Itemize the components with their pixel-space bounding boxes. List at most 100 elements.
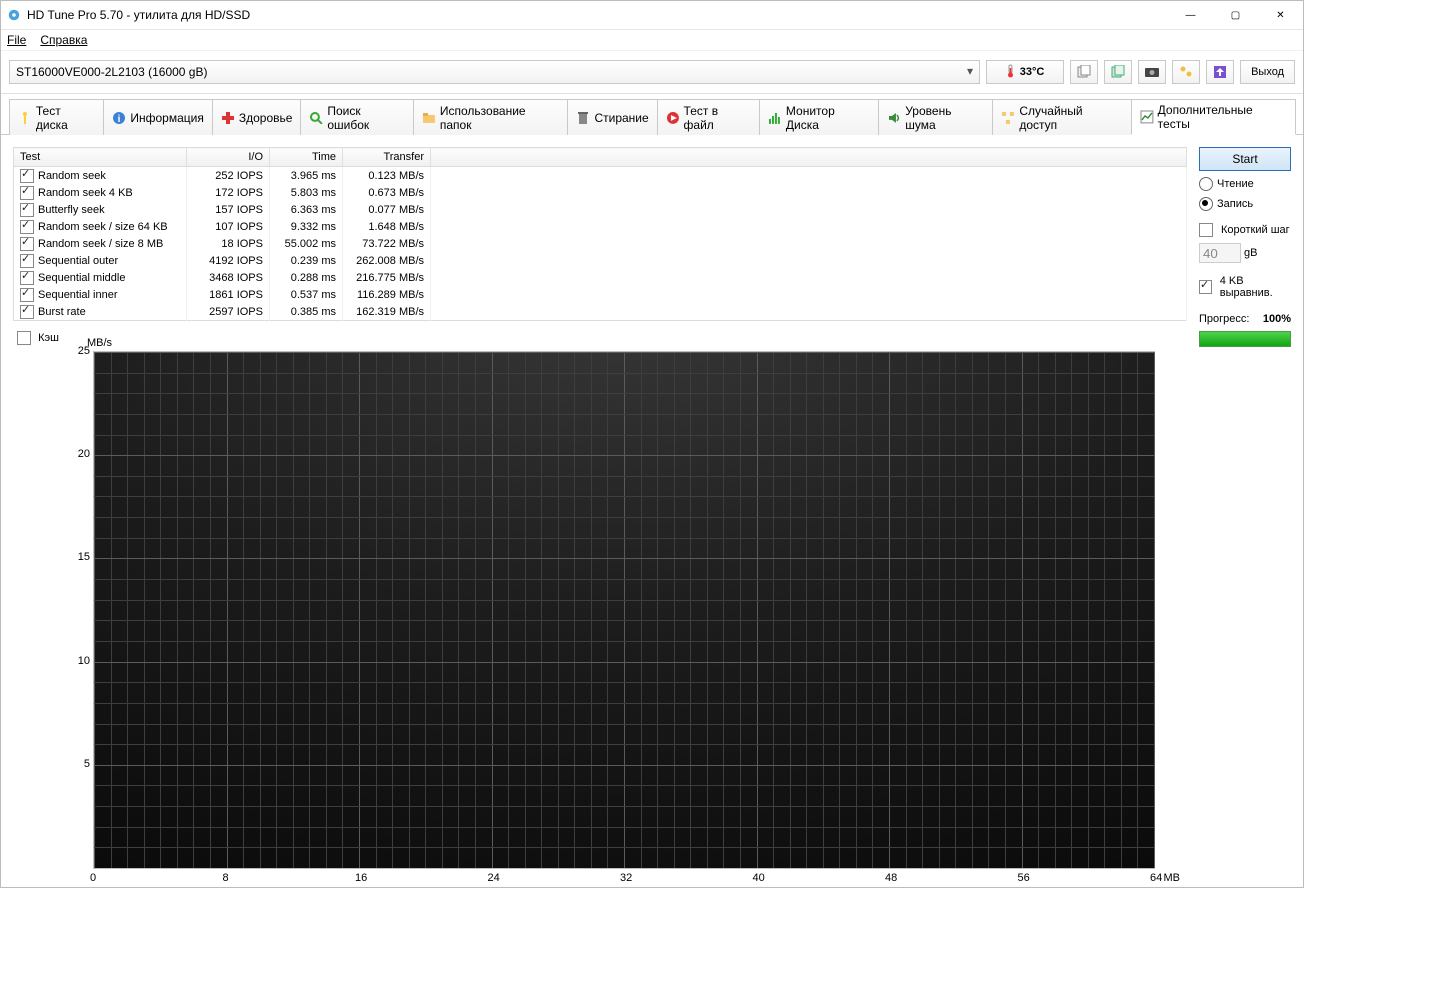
row-name: Sequential middle [38, 271, 125, 283]
short-step-row[interactable]: Короткий шаг [1199, 223, 1291, 237]
row-name: Random seek / size 64 KB [38, 220, 168, 232]
tab-aam[interactable]: Уровень шума [878, 99, 993, 135]
row-transfer: 0.673 MB/s [343, 184, 431, 201]
menubar: File Справка [1, 30, 1303, 51]
copy-graph-button[interactable] [1104, 60, 1132, 84]
row-io: 18 IOPS [187, 235, 270, 252]
chart-ytick: 10 [70, 655, 90, 667]
col-io[interactable]: I/O [187, 148, 270, 167]
chart-xtick: 32 [620, 872, 632, 884]
titlebar: HD Tune Pro 5.70 - утилита для HD/SSD — … [1, 1, 1303, 30]
results-table: Test I/O Time Transfer Random seek 252 IO… [13, 147, 1187, 321]
row-transfer: 1.648 MB/s [343, 218, 431, 235]
read-radio[interactable] [1199, 177, 1213, 191]
row-name: Random seek / size 8 MB [38, 237, 163, 249]
chart-ytick: 25 [70, 345, 90, 357]
row-checkbox[interactable] [20, 220, 34, 234]
save-button[interactable] [1206, 60, 1234, 84]
row-checkbox[interactable] [20, 237, 34, 251]
row-time: 9.332 ms [270, 218, 343, 235]
cache-checkbox[interactable] [17, 331, 31, 345]
align4k-checkbox[interactable] [1199, 280, 1212, 294]
chart-xtick: 40 [753, 872, 765, 884]
step-spinner-row: gB [1199, 243, 1291, 263]
tab-extra-tests[interactable]: Дополнительные тесты [1131, 99, 1296, 135]
col-time[interactable]: Time [270, 148, 343, 167]
short-step-checkbox[interactable] [1199, 223, 1213, 237]
row-transfer: 262.008 MB/s [343, 252, 431, 269]
temperature-display: 33°C [986, 60, 1064, 84]
window-title: HD Tune Pro 5.70 - утилита для HD/SSD [27, 8, 1168, 22]
row-transfer: 116.289 MB/s [343, 286, 431, 303]
row-checkbox[interactable] [20, 254, 34, 268]
write-radio-row[interactable]: Запись [1199, 197, 1291, 211]
toolbar: ST16000VE000-2L2103 (16000 gB) 33°C Выхо… [1, 51, 1303, 94]
chart-ytick: 15 [70, 551, 90, 563]
drive-name: ST16000VE000-2L2103 (16000 gB) [16, 65, 207, 79]
read-label: Чтение [1217, 178, 1254, 190]
tab-disk-test[interactable]: Тест диска [9, 99, 104, 135]
tab-file-test[interactable]: Тест в файл [657, 99, 760, 135]
table-row[interactable]: Sequential inner1861 IOPS0.537 ms116.289… [14, 286, 1187, 303]
row-checkbox[interactable] [20, 169, 34, 183]
table-row[interactable]: Random seek / size 64 KB 107 IOPS9.332 ms… [14, 218, 1187, 235]
row-checkbox[interactable] [20, 186, 34, 200]
row-transfer: 0.123 MB/s [343, 167, 431, 185]
table-row[interactable]: Random seek / size 8 MB18 IOPS55.002 ms7… [14, 235, 1187, 252]
col-transfer[interactable]: Transfer [343, 148, 431, 167]
row-name: Random seek 4 KB [38, 186, 133, 198]
row-checkbox[interactable] [20, 288, 34, 302]
table-row[interactable]: Burst rate2597 IOPS0.385 ms162.319 MB/s [14, 303, 1187, 321]
row-time: 0.385 ms [270, 303, 343, 321]
table-row[interactable]: Sequential middle3468 IOPS0.288 ms216.77… [14, 269, 1187, 286]
tab-health[interactable]: Здоровье [212, 99, 302, 135]
row-name: Sequential inner [38, 288, 118, 300]
row-time: 0.288 ms [270, 269, 343, 286]
options-button[interactable] [1172, 60, 1200, 84]
row-time: 0.537 ms [270, 286, 343, 303]
short-step-label: Короткий шаг [1221, 224, 1290, 236]
table-row[interactable]: Sequential outer4192 IOPS0.239 ms262.008… [14, 252, 1187, 269]
row-time: 0.239 ms [270, 252, 343, 269]
menu-file[interactable]: File [7, 33, 26, 47]
maximize-button[interactable]: ▢ [1213, 1, 1258, 29]
row-io: 107 IOPS [187, 218, 270, 235]
row-io: 252 IOPS [187, 167, 270, 185]
row-checkbox[interactable] [20, 203, 34, 217]
exit-button[interactable]: Выход [1240, 60, 1295, 84]
read-radio-row[interactable]: Чтение [1199, 177, 1291, 191]
tab-error-scan[interactable]: Поиск ошибок [300, 99, 414, 135]
table-row[interactable]: Random seek 4 KB172 IOPS5.803 ms0.673 MB… [14, 184, 1187, 201]
menu-help[interactable]: Справка [40, 33, 87, 47]
table-row[interactable]: Random seek252 IOPS3.965 ms0.123 MB/s [14, 167, 1187, 185]
tab-folder-usage[interactable]: Использование папок [413, 99, 568, 135]
chart-ylabel: MB/s [87, 337, 112, 349]
tab-info[interactable]: iИнформация [103, 99, 212, 135]
row-name: Random seek [38, 169, 106, 181]
close-button[interactable]: ✕ [1258, 1, 1303, 29]
screenshot-button[interactable] [1138, 60, 1166, 84]
temperature-value: 33°C [1020, 66, 1045, 78]
row-time: 6.363 ms [270, 201, 343, 218]
row-checkbox[interactable] [20, 305, 34, 319]
start-button[interactable]: Start [1199, 147, 1291, 171]
chart-xtick: 24 [488, 872, 500, 884]
tab-disk-monitor[interactable]: Монитор Диска [759, 99, 879, 135]
row-name: Burst rate [38, 305, 86, 317]
write-radio[interactable] [1199, 197, 1213, 211]
col-test[interactable]: Test [14, 148, 187, 167]
align4k-label: 4 KB выравнив. [1220, 275, 1291, 299]
copy-info-button[interactable] [1070, 60, 1098, 84]
drive-select[interactable]: ST16000VE000-2L2103 (16000 gB) [9, 60, 980, 84]
app-icon [7, 8, 21, 22]
row-checkbox[interactable] [20, 271, 34, 285]
svg-text:i: i [118, 114, 121, 125]
write-label: Запись [1217, 198, 1253, 210]
row-io: 172 IOPS [187, 184, 270, 201]
table-row[interactable]: Butterfly seek157 IOPS6.363 ms0.077 MB/s [14, 201, 1187, 218]
tab-erase[interactable]: Стирание [567, 99, 657, 135]
cache-checkbox-row: Кэш [17, 331, 1187, 345]
align4k-row[interactable]: 4 KB выравнив. [1199, 275, 1291, 299]
tab-random-access[interactable]: Случайный доступ [992, 99, 1131, 135]
minimize-button[interactable]: — [1168, 1, 1213, 29]
